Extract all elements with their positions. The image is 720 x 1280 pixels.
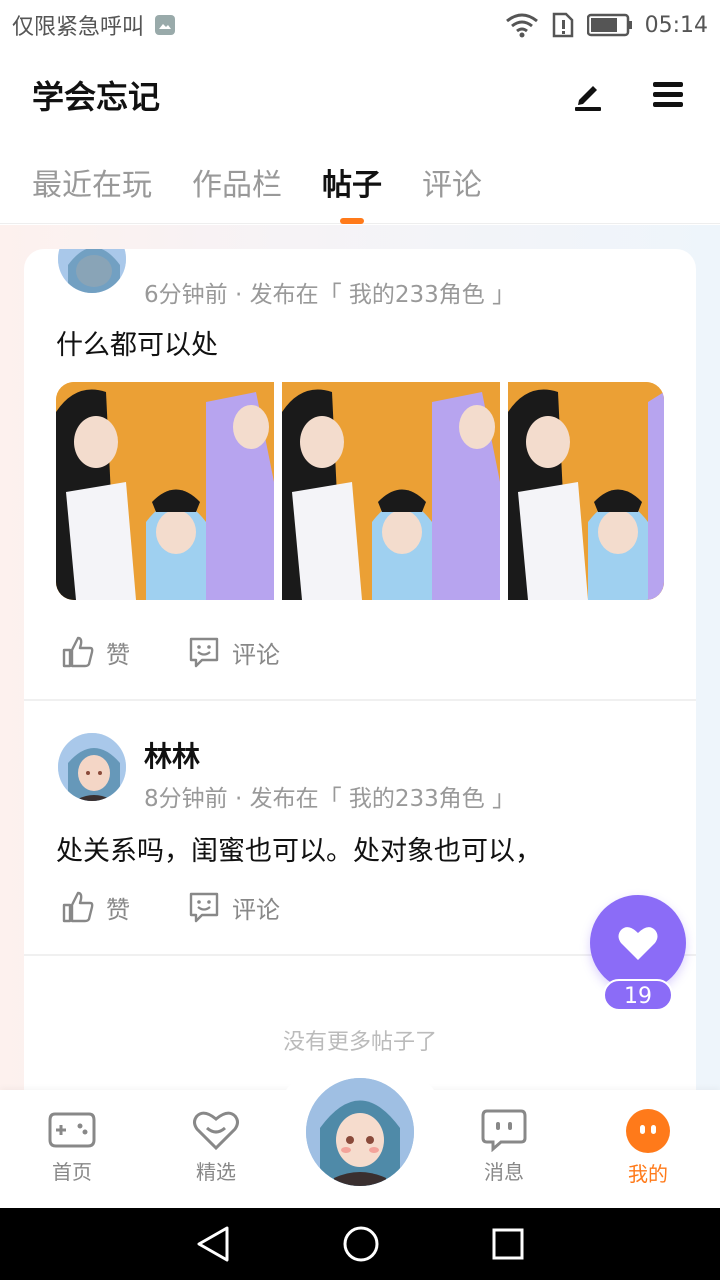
comment-button[interactable]: 评论 bbox=[186, 634, 280, 670]
post-image[interactable] bbox=[56, 382, 274, 600]
comment-label: 评论 bbox=[232, 895, 280, 924]
comment-button[interactable]: 评论 bbox=[186, 889, 280, 925]
nav-label: 精选 bbox=[196, 1160, 236, 1184]
nav-home[interactable]: 首页 bbox=[22, 1108, 122, 1185]
tab-works[interactable]: 作品栏 bbox=[192, 140, 282, 224]
thumbs-up-icon bbox=[62, 891, 94, 923]
gamepad-icon bbox=[48, 1112, 96, 1148]
nav-label: 消息 bbox=[484, 1160, 524, 1184]
post-image[interactable] bbox=[508, 382, 664, 600]
menu-button[interactable] bbox=[648, 75, 688, 115]
tab-comments[interactable]: 评论 bbox=[422, 140, 482, 224]
clock: 05:14 bbox=[644, 12, 708, 38]
comment-smile-icon bbox=[189, 892, 219, 923]
like-fab[interactable] bbox=[590, 895, 686, 991]
wifi-icon bbox=[505, 12, 539, 38]
nav-messages[interactable]: 消息 bbox=[454, 1108, 554, 1185]
like-label: 赞 bbox=[106, 895, 130, 924]
comment-label: 评论 bbox=[232, 640, 280, 669]
post-actions: 赞 评论 bbox=[60, 634, 280, 670]
nav-featured[interactable]: 精选 bbox=[166, 1108, 266, 1185]
app-header: 学会忘记 bbox=[0, 50, 720, 140]
nav-label: 我的 bbox=[628, 1162, 668, 1186]
post-text: 处关系吗，闺蜜也可以。处对象也可以， bbox=[56, 836, 542, 867]
like-label: 赞 bbox=[106, 640, 130, 669]
no-more-posts: 没有更多帖子了 bbox=[282, 1030, 437, 1055]
post-images bbox=[56, 382, 664, 600]
bottom-nav: 首页 精选 消息 我的 bbox=[0, 1058, 720, 1208]
post-time: 6分钟前 · 发布在「 我的233角色 」 bbox=[144, 282, 516, 308]
avatar[interactable] bbox=[56, 249, 128, 295]
heart-chat-icon bbox=[193, 1111, 239, 1151]
nav-label: 首页 bbox=[52, 1160, 92, 1184]
post-time: 8分钟前 · 发布在「 我的233角色 」 bbox=[144, 786, 516, 812]
post-item[interactable]: 6分钟前 · 发布在「 我的233角色 」 什么都可以处 赞 评论 bbox=[24, 249, 696, 701]
like-button[interactable]: 赞 bbox=[60, 889, 130, 925]
heart-icon bbox=[618, 927, 658, 960]
chat-bubble-icon bbox=[481, 1109, 527, 1152]
back-icon[interactable] bbox=[195, 1225, 231, 1263]
comment-smile-icon bbox=[189, 637, 219, 668]
posts-card: 6分钟前 · 发布在「 我的233角色 」 什么都可以处 赞 评论 林林 8分钟… bbox=[24, 249, 696, 1129]
tab-recently-played[interactable]: 最近在玩 bbox=[32, 140, 152, 224]
profile-dots-icon bbox=[626, 1109, 670, 1153]
post-item[interactable]: 林林 8分钟前 · 发布在「 我的233角色 」 处关系吗，闺蜜也可以。处对象也… bbox=[24, 701, 696, 956]
status-bar: 仅限紧急呼叫 05:14 bbox=[0, 0, 720, 50]
tab-posts[interactable]: 帖子 bbox=[322, 140, 382, 224]
avatar[interactable] bbox=[56, 731, 128, 803]
sim-alert-icon bbox=[551, 12, 575, 38]
thumbs-up-icon bbox=[62, 636, 94, 668]
edit-button[interactable] bbox=[568, 75, 608, 115]
image-icon bbox=[154, 14, 176, 36]
hamburger-menu-icon bbox=[653, 82, 683, 107]
like-count-badge: 19 bbox=[603, 979, 673, 1011]
post-text: 什么都可以处 bbox=[56, 330, 218, 361]
post-actions: 赞 评论 bbox=[60, 889, 280, 925]
author-name[interactable]: 林林 bbox=[144, 735, 200, 775]
profile-tabs: 最近在玩 作品栏 帖子 评论 bbox=[0, 140, 720, 224]
center-avatar-button[interactable] bbox=[303, 1075, 417, 1189]
like-button[interactable]: 赞 bbox=[60, 634, 130, 670]
home-icon[interactable] bbox=[342, 1225, 380, 1263]
battery-icon bbox=[586, 13, 633, 37]
pen-icon bbox=[575, 86, 601, 111]
nav-me[interactable]: 我的 bbox=[598, 1108, 698, 1187]
system-navigation-bar bbox=[0, 1208, 720, 1280]
post-image[interactable] bbox=[282, 382, 500, 600]
page-title: 学会忘记 bbox=[32, 78, 161, 116]
carrier-text: 仅限紧急呼叫 bbox=[12, 15, 145, 40]
recents-icon[interactable] bbox=[491, 1227, 525, 1261]
